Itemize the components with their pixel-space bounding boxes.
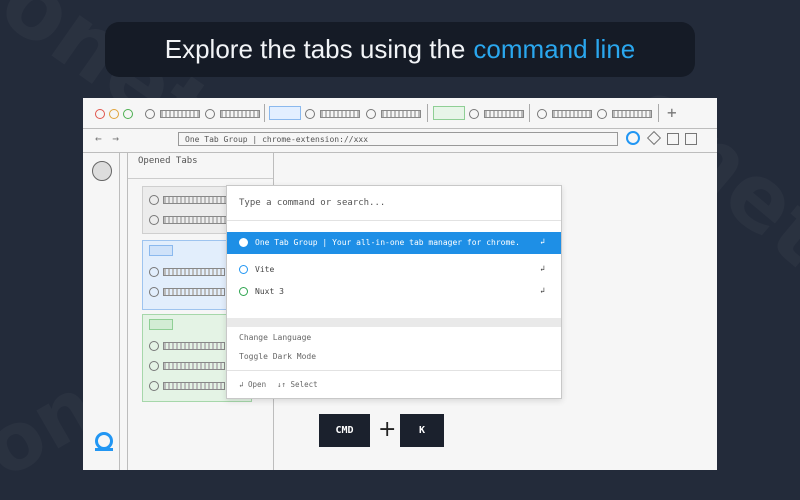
tab-title-placeholder[interactable] — [163, 342, 225, 350]
plus-symbol: + — [378, 417, 397, 442]
back-forward-icon[interactable]: ← → — [95, 132, 121, 145]
tab-favicon — [205, 109, 215, 119]
avatar[interactable] — [92, 161, 112, 181]
browser-sketch: + ← → One Tab Group | chrome-extension:/… — [83, 98, 717, 470]
tab-favicon — [149, 267, 159, 277]
tab-divider — [658, 104, 659, 122]
tab-favicon — [469, 109, 479, 119]
close-window-dot[interactable] — [95, 109, 105, 119]
tab-divider — [427, 104, 428, 122]
tab-divider — [264, 104, 265, 122]
tab-title-placeholder[interactable] — [163, 382, 225, 390]
headline-banner: Explore the tabs using the command line — [105, 22, 695, 77]
result-item[interactable]: Vite ↲ — [227, 259, 561, 281]
onetab-logo-icon[interactable] — [95, 432, 113, 451]
divider — [128, 178, 273, 179]
tab-favicon — [537, 109, 547, 119]
tab-favicon — [149, 341, 159, 351]
tab-favicon — [145, 109, 155, 119]
tab-title-placeholder[interactable] — [163, 288, 225, 296]
enter-icon: ↲ — [540, 264, 545, 273]
section-divider — [227, 318, 561, 327]
tab-title-placeholder[interactable] — [612, 110, 652, 118]
cmd-key: CMD — [319, 414, 370, 447]
menu-icon[interactable] — [685, 133, 697, 145]
k-key: K — [400, 414, 444, 447]
group-label[interactable] — [149, 319, 173, 330]
tab-title-placeholder[interactable] — [552, 110, 592, 118]
select-hint: ↓↑ Select — [277, 380, 318, 389]
tab-title-placeholder[interactable] — [381, 110, 421, 118]
result-item[interactable]: Nuxt 3 ↲ — [227, 281, 561, 303]
group-label[interactable] — [149, 245, 173, 256]
tab-favicon — [149, 381, 159, 391]
tab-favicon — [149, 287, 159, 297]
tab-favicon — [149, 361, 159, 371]
extension-icon[interactable] — [667, 133, 679, 145]
maximize-window-dot[interactable] — [123, 109, 133, 119]
result-label: One Tab Group | Your all-in-one tab mana… — [255, 238, 520, 247]
palette-footer: ↲ Open ↓↑ Select — [227, 370, 561, 399]
headline-text: Explore the tabs using the — [164, 34, 466, 64]
command-change-language[interactable]: Change Language — [239, 333, 311, 342]
result-item[interactable]: One Tab Group | Your all-in-one tab mana… — [227, 232, 561, 254]
tab-title-placeholder[interactable] — [484, 110, 524, 118]
tab-group-green[interactable] — [433, 106, 465, 120]
tab-group-blue[interactable] — [269, 106, 301, 120]
tab-divider — [529, 104, 530, 122]
tab-title-placeholder[interactable] — [220, 110, 260, 118]
tab-favicon — [597, 109, 607, 119]
onetab-extension-icon[interactable] — [626, 131, 640, 145]
result-label: Vite — [255, 265, 275, 274]
tab-title-placeholder[interactable] — [163, 268, 225, 276]
tab-bar: + — [83, 98, 717, 129]
new-tab-icon[interactable]: + — [667, 103, 677, 122]
tab-favicon — [305, 109, 315, 119]
vite-favicon-icon — [239, 265, 248, 274]
command-palette: Type a command or search... One Tab Grou… — [226, 185, 562, 399]
command-toggle-dark-mode[interactable]: Toggle Dark Mode — [239, 352, 316, 361]
tab-favicon — [366, 109, 376, 119]
command-search-placeholder: Type a command or search... — [239, 198, 386, 208]
enter-icon: ↲ — [540, 286, 545, 295]
tab-title-placeholder[interactable] — [163, 362, 225, 370]
url-field[interactable]: One Tab Group | chrome-extension://xxx — [178, 132, 618, 146]
tab-title-placeholder[interactable] — [320, 110, 360, 118]
extension-icon[interactable] — [646, 130, 662, 146]
result-label: Nuxt 3 — [255, 287, 284, 296]
onetab-favicon-icon — [239, 238, 248, 247]
open-hint: ↲ Open — [239, 380, 267, 389]
tab-title-placeholder[interactable] — [160, 110, 200, 118]
headline-accent: command line — [473, 34, 636, 64]
command-search-input[interactable]: Type a command or search... — [227, 186, 561, 221]
tab-favicon — [149, 195, 159, 205]
panel-title: Opened Tabs — [138, 156, 198, 166]
enter-icon: ↲ — [540, 237, 545, 246]
address-bar: ← → One Tab Group | chrome-extension://x… — [83, 128, 717, 153]
side-strip — [83, 152, 120, 470]
minimize-window-dot[interactable] — [109, 109, 119, 119]
nuxt-favicon-icon — [239, 287, 248, 296]
tab-favicon — [149, 215, 159, 225]
